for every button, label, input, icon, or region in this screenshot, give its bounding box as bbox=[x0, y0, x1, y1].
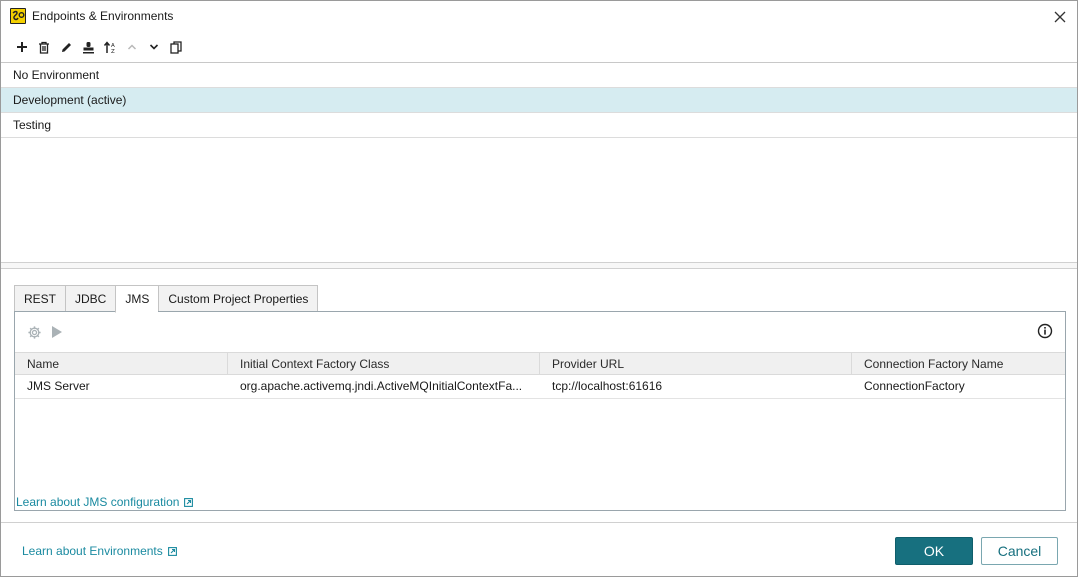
tab-rest[interactable]: REST bbox=[14, 285, 66, 312]
window-title: Endpoints & Environments bbox=[32, 9, 174, 23]
external-link-icon bbox=[167, 546, 177, 556]
move-down-icon[interactable] bbox=[145, 37, 163, 57]
environment-item[interactable]: No Environment bbox=[1, 63, 1077, 88]
info-icon[interactable] bbox=[1037, 323, 1055, 341]
environment-list: No Environment Development (active) Test… bbox=[1, 62, 1077, 263]
footer-divider bbox=[1, 522, 1077, 523]
cell-initial-context-factory-class: org.apache.activemq.jndi.ActiveMQInitial… bbox=[240, 379, 523, 393]
tab-jms[interactable]: JMS bbox=[115, 285, 159, 313]
table-row[interactable]: JMS Server org.apache.activemq.jndi.Acti… bbox=[15, 375, 1065, 399]
link-label: Learn about JMS configuration bbox=[16, 495, 180, 509]
title-bar: Endpoints & Environments bbox=[1, 1, 1077, 32]
jms-panel: Name Initial Context Factory Class Provi… bbox=[14, 311, 1066, 511]
run-icon[interactable] bbox=[47, 323, 65, 341]
endpoint-tabs: REST JDBC JMS Custom Project Properties bbox=[14, 285, 319, 313]
column-header-name[interactable]: Name bbox=[15, 353, 228, 374]
add-icon[interactable] bbox=[13, 37, 31, 57]
close-icon[interactable] bbox=[1043, 1, 1077, 32]
column-header-initial-context-factory-class[interactable]: Initial Context Factory Class bbox=[228, 353, 540, 374]
environment-toolbar: AZ bbox=[1, 35, 1077, 59]
split-pane-divider[interactable] bbox=[1, 262, 1077, 269]
copy-icon[interactable] bbox=[167, 37, 185, 57]
svg-text:Z: Z bbox=[111, 49, 115, 54]
column-header-provider-url[interactable]: Provider URL bbox=[540, 353, 852, 374]
external-link-icon bbox=[184, 497, 194, 507]
learn-about-environments-link[interactable]: Learn about Environments bbox=[22, 544, 177, 558]
tab-custom-project-properties[interactable]: Custom Project Properties bbox=[158, 285, 319, 312]
tab-jdbc[interactable]: JDBC bbox=[65, 285, 116, 312]
delete-icon[interactable] bbox=[35, 37, 53, 57]
stamp-icon[interactable] bbox=[79, 37, 97, 57]
jms-endpoints-table: Name Initial Context Factory Class Provi… bbox=[15, 352, 1065, 399]
column-header-connection-factory-name[interactable]: Connection Factory Name bbox=[852, 353, 1065, 374]
sort-icon[interactable]: AZ bbox=[101, 37, 119, 57]
ok-button[interactable]: OK bbox=[895, 537, 973, 565]
soapui-app-icon bbox=[10, 8, 26, 24]
cell-name: JMS Server bbox=[27, 379, 90, 393]
learn-jms-configuration-link[interactable]: Learn about JMS configuration bbox=[16, 495, 194, 509]
edit-icon[interactable] bbox=[57, 37, 75, 57]
settings-icon[interactable] bbox=[25, 323, 43, 341]
environment-item-active[interactable]: Development (active) bbox=[1, 88, 1077, 113]
environment-item[interactable]: Testing bbox=[1, 113, 1077, 138]
move-up-icon[interactable] bbox=[123, 37, 141, 57]
link-label: Learn about Environments bbox=[22, 544, 163, 558]
endpoints-environments-dialog: Endpoints & Environments AZ No Environme… bbox=[0, 0, 1078, 577]
table-header: Name Initial Context Factory Class Provi… bbox=[15, 352, 1065, 375]
cancel-button[interactable]: Cancel bbox=[981, 537, 1058, 565]
cell-connection-factory-name: ConnectionFactory bbox=[864, 379, 965, 393]
cell-provider-url: tcp://localhost:61616 bbox=[552, 379, 663, 393]
